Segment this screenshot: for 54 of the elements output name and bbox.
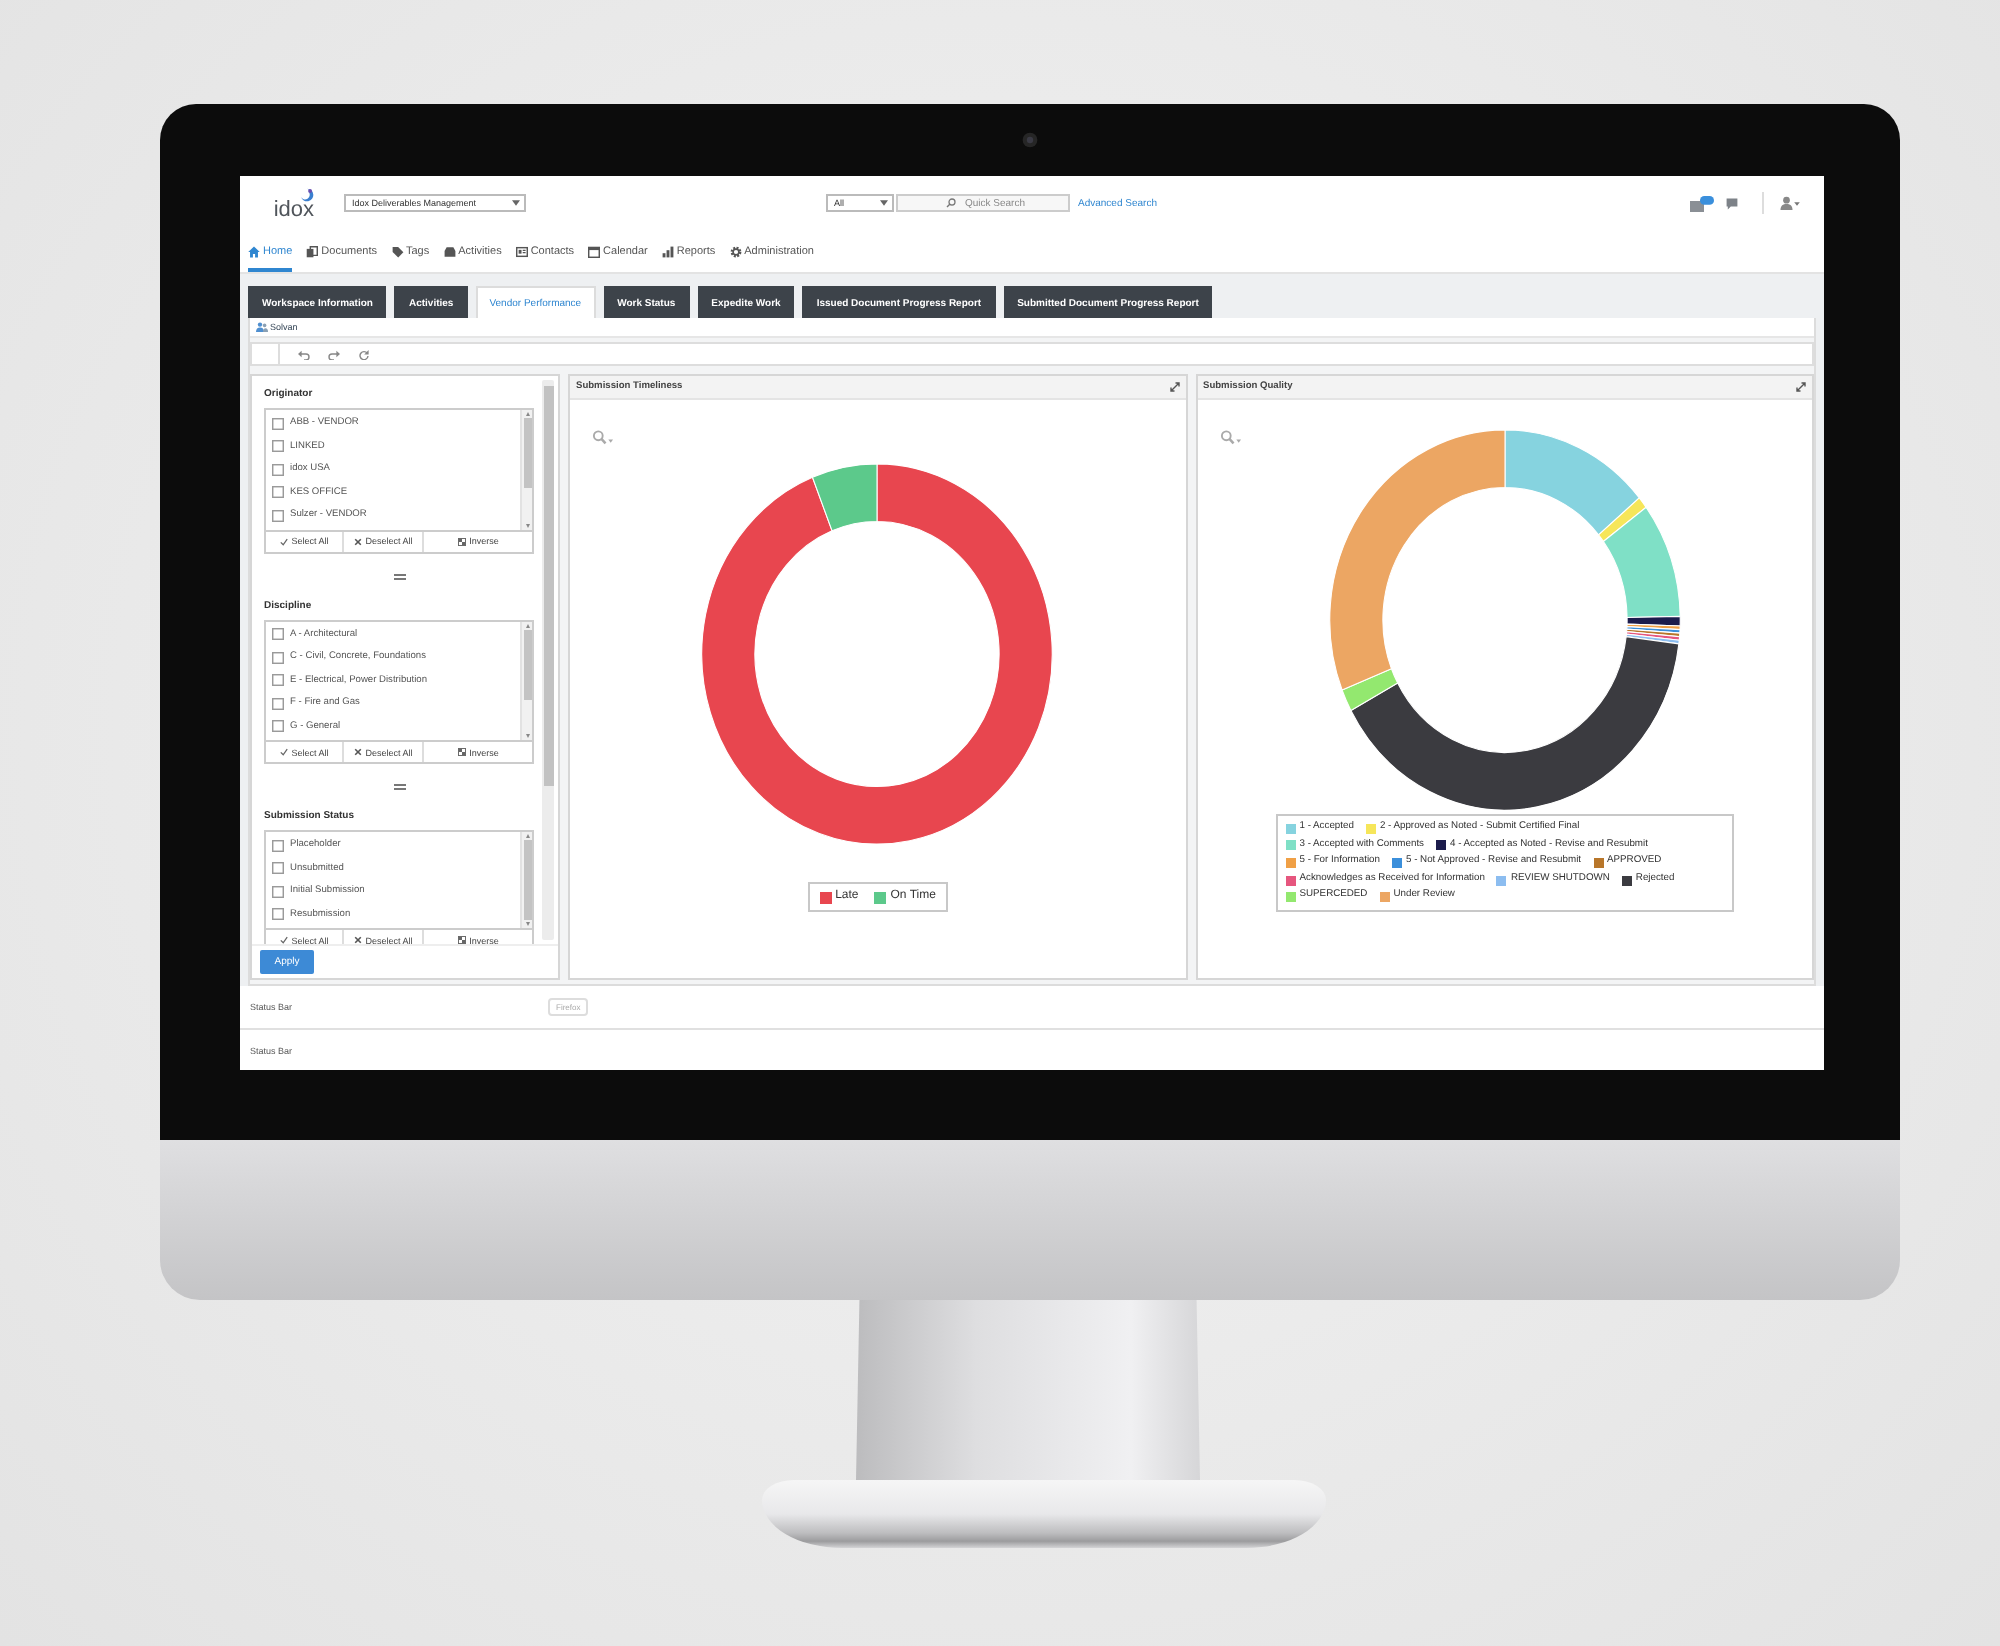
chat-icon[interactable]	[1726, 197, 1738, 209]
redo-icon[interactable]	[328, 349, 340, 359]
undo-icon[interactable]	[298, 349, 310, 359]
checkbox[interactable]	[272, 440, 284, 453]
close-icon	[353, 748, 362, 756]
refresh-icon[interactable]	[358, 349, 370, 359]
check-icon	[279, 537, 288, 545]
bar-chart-icon	[661, 245, 674, 257]
scrollbar[interactable]	[542, 380, 554, 940]
close-icon	[353, 537, 362, 545]
magnifier-icon[interactable]	[592, 430, 614, 446]
checkbox[interactable]	[272, 651, 284, 664]
checker-icon	[457, 748, 466, 756]
caret-icon	[512, 200, 520, 206]
address-card-icon	[515, 245, 528, 257]
swirl-icon	[300, 187, 314, 201]
user-icon[interactable]	[1780, 196, 1800, 210]
checkbox[interactable]	[272, 628, 284, 641]
logo: idox	[273, 199, 314, 219]
expand-icon[interactable]	[1169, 382, 1179, 392]
magnifier-icon[interactable]	[1219, 430, 1241, 446]
home-icon	[248, 245, 260, 257]
users-icon	[256, 322, 268, 332]
tray-icon	[443, 245, 456, 257]
close-icon	[353, 936, 362, 944]
calendar-icon	[588, 245, 601, 257]
grip-icon[interactable]	[393, 784, 405, 790]
checkbox[interactable]	[272, 509, 284, 522]
scrollbar[interactable]	[520, 410, 532, 529]
notification-icon[interactable]	[1690, 195, 1714, 211]
gear-icon	[729, 245, 742, 257]
expand-icon[interactable]	[1796, 382, 1806, 392]
search-icon	[946, 198, 956, 208]
checkbox[interactable]	[272, 674, 284, 687]
checkbox[interactable]	[272, 417, 284, 430]
scrollbar[interactable]	[520, 621, 532, 740]
caret-icon	[880, 200, 888, 206]
documents-icon	[306, 245, 319, 257]
checkbox[interactable]	[272, 908, 284, 921]
checkbox[interactable]	[272, 463, 284, 476]
checker-icon	[457, 537, 466, 545]
check-icon	[279, 936, 288, 944]
checkbox[interactable]	[272, 885, 284, 898]
checkbox[interactable]	[272, 486, 284, 499]
checkbox[interactable]	[272, 697, 284, 710]
grip-icon[interactable]	[393, 573, 405, 579]
tag-icon	[391, 245, 403, 257]
camera-icon	[1022, 132, 1038, 148]
check-icon	[279, 748, 288, 756]
checker-icon	[457, 936, 466, 944]
scrollbar[interactable]	[520, 832, 532, 928]
checkbox[interactable]	[272, 720, 284, 733]
checkbox[interactable]	[272, 839, 284, 852]
checkbox[interactable]	[272, 862, 284, 875]
